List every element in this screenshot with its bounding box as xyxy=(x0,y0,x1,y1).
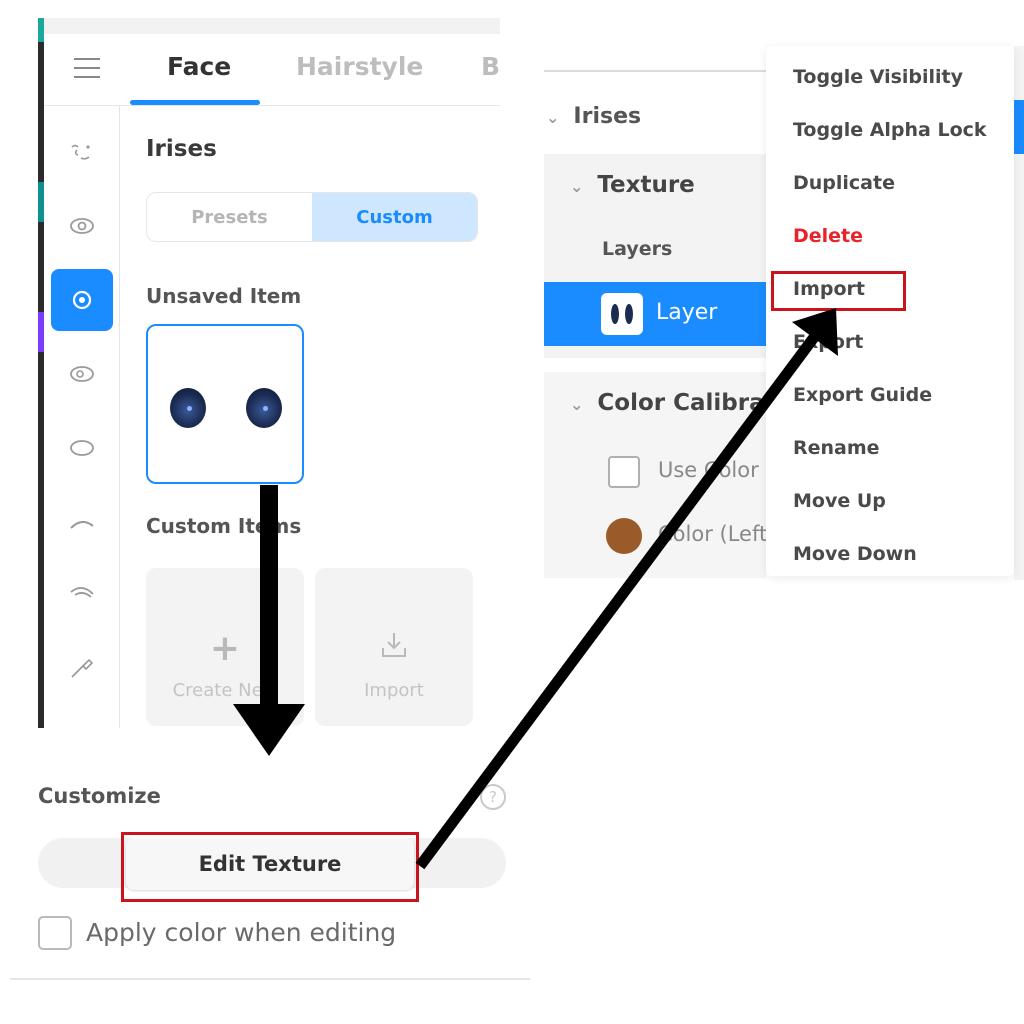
chevron-down-icon: ⌄ xyxy=(570,395,584,414)
import-label: Import xyxy=(364,680,424,701)
help-icon[interactable]: ? xyxy=(480,784,506,810)
layer-row-selected[interactable] xyxy=(544,282,766,346)
apply-color-checkbox[interactable] xyxy=(38,916,72,950)
eyebrow-icon[interactable] xyxy=(62,504,102,544)
iris-preview-left xyxy=(170,388,206,428)
menu-duplicate[interactable]: Duplicate xyxy=(793,172,895,194)
plus-icon: + xyxy=(209,628,241,669)
color-left-swatch[interactable] xyxy=(606,518,642,554)
makeup-brush-icon[interactable] xyxy=(62,648,102,688)
chevron-down-icon: ⌄ xyxy=(546,108,560,127)
right-edge-selection xyxy=(1014,100,1024,154)
color-calibration-label: Color Calibration xyxy=(597,390,766,416)
eye-outline-icon[interactable] xyxy=(62,354,102,394)
import-card[interactable]: Import xyxy=(315,568,473,726)
tab-face[interactable]: Face xyxy=(167,52,231,81)
eye-icon[interactable] xyxy=(62,206,102,246)
menu-export[interactable]: Export xyxy=(793,331,863,353)
use-color-calibration-label: Use Color Calibration xyxy=(658,458,766,482)
right-top-divider xyxy=(544,70,768,72)
iris-icon[interactable] xyxy=(51,269,113,331)
menu-delete[interactable]: Delete xyxy=(793,225,863,247)
unsaved-item-label: Unsaved Item xyxy=(146,284,302,308)
layers-label: Layers xyxy=(602,238,673,260)
layer-name: Layer xyxy=(656,300,718,325)
apply-color-label: Apply color when editing xyxy=(86,918,397,947)
layer-thumbnail xyxy=(601,293,643,335)
bottom-divider xyxy=(10,978,530,980)
feature-sidebar xyxy=(44,106,120,728)
section-title: Irises xyxy=(146,136,217,162)
unsaved-item-card[interactable] xyxy=(146,324,304,484)
color-left-label: Color (Left) xyxy=(658,522,766,546)
face-icon[interactable] xyxy=(62,132,102,172)
menu-move-down[interactable]: Move Down xyxy=(793,543,917,565)
presets-custom-toggle: Presets Custom xyxy=(146,192,478,242)
irises-group-header[interactable]: ⌄ Irises xyxy=(546,104,641,129)
color-calibration-header[interactable]: ⌄ Color Calibration xyxy=(570,390,766,416)
menu-rename[interactable]: Rename xyxy=(793,437,880,459)
download-icon xyxy=(315,630,473,664)
iris-preview-right xyxy=(246,388,282,428)
top-divider xyxy=(44,18,500,34)
menu-toggle-alpha-lock[interactable]: Toggle Alpha Lock xyxy=(793,119,987,141)
tab-body[interactable]: Bo xyxy=(481,52,500,81)
create-new-label: Create New xyxy=(172,680,278,701)
eyelash-icon[interactable] xyxy=(62,574,102,614)
use-color-calibration-checkbox[interactable] xyxy=(608,456,640,488)
custom-option[interactable]: Custom xyxy=(312,193,477,241)
create-new-card[interactable]: + Create New xyxy=(146,568,304,726)
import-highlight-box xyxy=(771,271,906,311)
menu-toggle-visibility[interactable]: Toggle Visibility xyxy=(793,66,963,88)
eye-shape-icon[interactable] xyxy=(62,428,102,468)
chevron-down-icon: ⌄ xyxy=(570,177,584,196)
texture-header[interactable]: ⌄ Texture xyxy=(570,172,695,198)
menu-move-up[interactable]: Move Up xyxy=(793,490,886,512)
customize-label: Customize xyxy=(38,784,161,808)
active-tab-indicator xyxy=(130,100,260,105)
tab-hairstyle[interactable]: Hairstyle xyxy=(296,52,423,81)
custom-items-label: Custom Items xyxy=(146,514,302,538)
texture-label: Texture xyxy=(597,172,695,198)
menu-export-guide[interactable]: Export Guide xyxy=(793,384,932,406)
category-tabbar xyxy=(44,34,500,106)
hamburger-menu-icon[interactable] xyxy=(74,58,100,80)
edit-texture-highlight-box xyxy=(121,832,419,902)
presets-option[interactable]: Presets xyxy=(147,193,312,241)
layer-context-menu: Toggle Visibility Toggle Alpha Lock Dupl… xyxy=(766,46,1014,576)
irises-group-label: Irises xyxy=(573,104,642,129)
